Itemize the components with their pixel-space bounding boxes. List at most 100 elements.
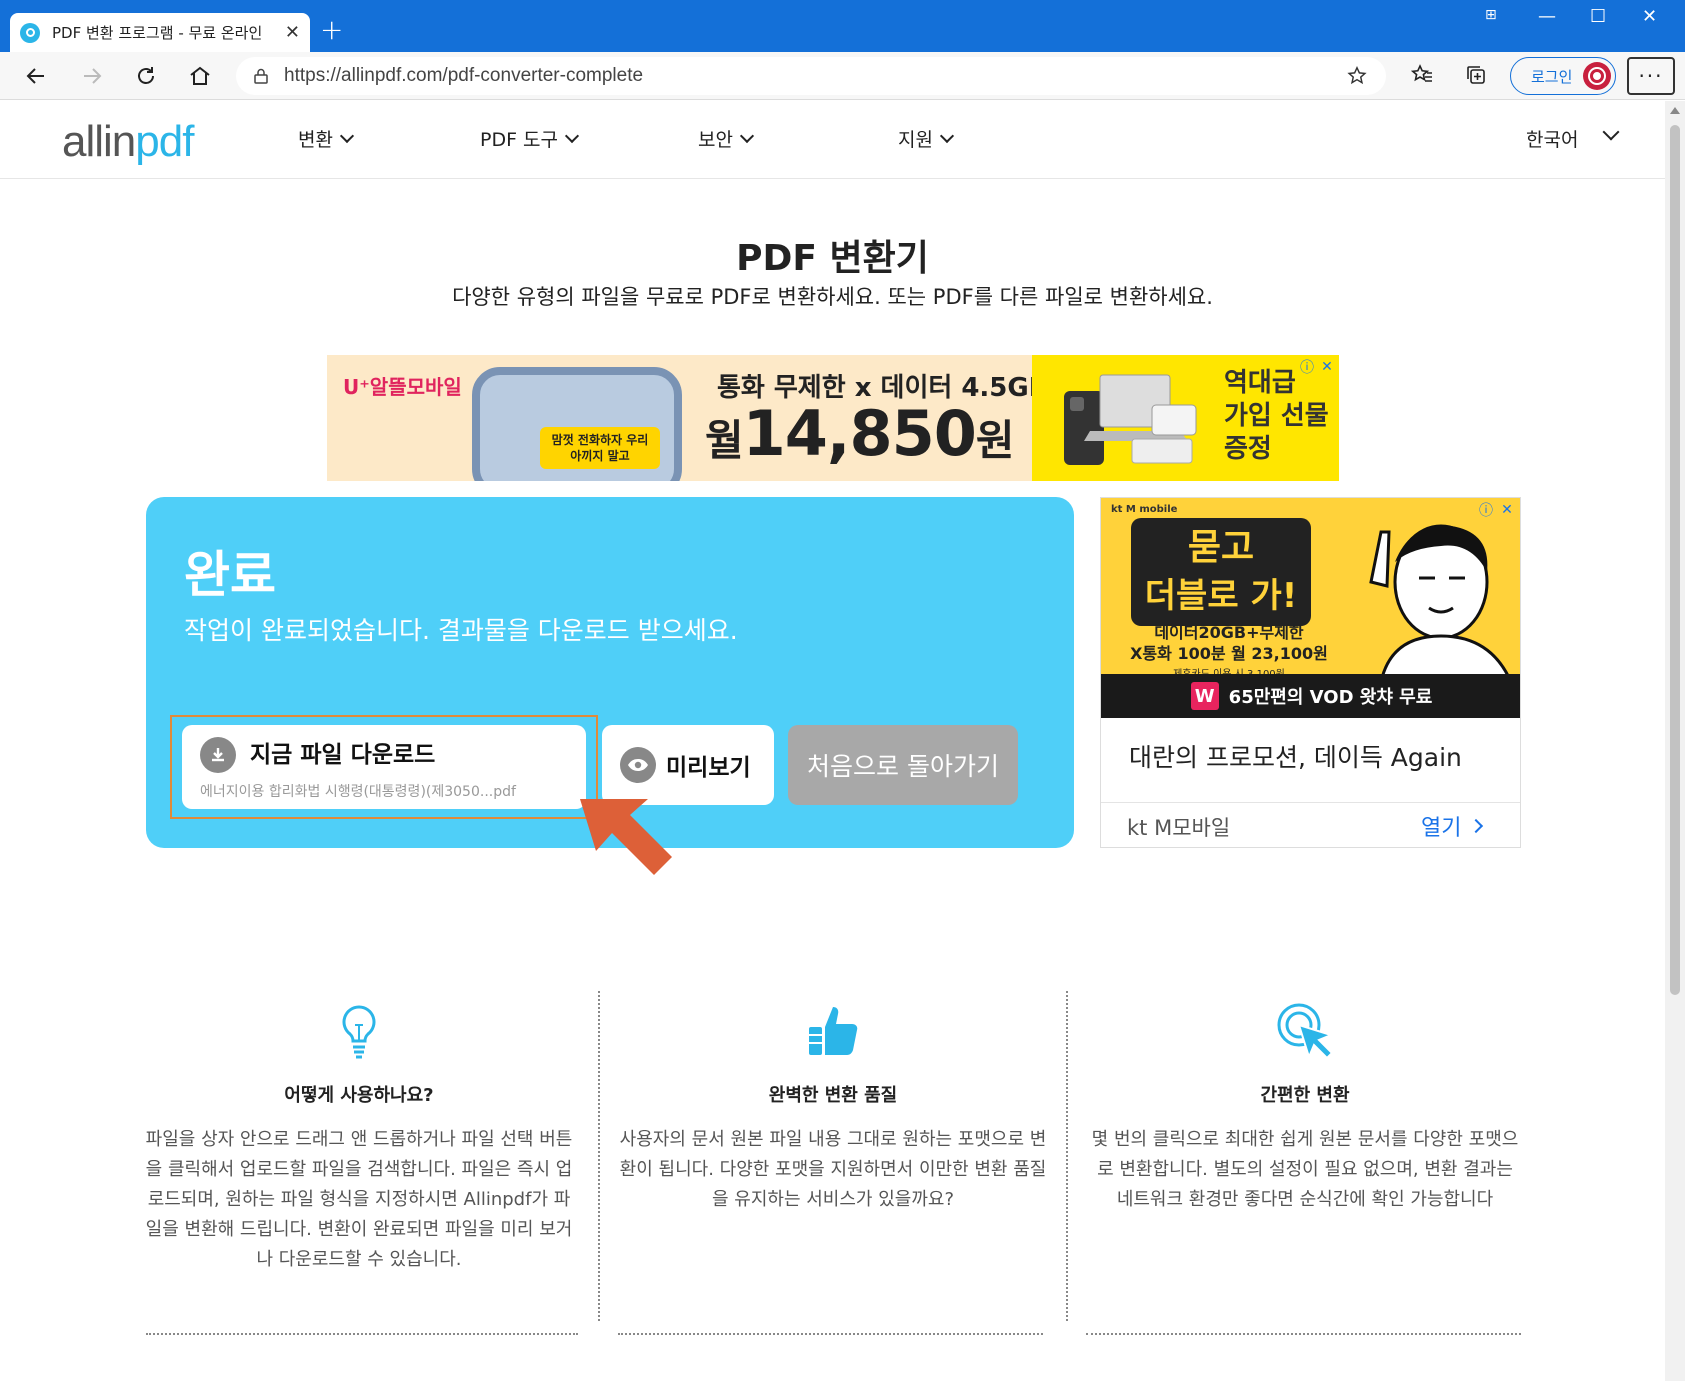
ad-phone-image: 맘껏 전화하자 우리 아끼지 말고 [472,367,682,481]
back-to-start-button[interactable]: 처음으로 돌아가기 [788,725,1018,805]
tab-close-icon[interactable]: ✕ [285,23,300,42]
nav-label: 지원 [898,129,933,151]
feature-divider [146,1333,578,1335]
ad-banner-top[interactable]: U⁺알뜰모바일 맘껏 전화하자 우리 아끼지 말고 통화 무제한 x 데이터 4… [327,355,1339,481]
ad-chat-bubble: 맘껏 전화하자 우리 아끼지 말고 [540,427,660,469]
feature-divider [598,991,600,1321]
minimize-button[interactable]: — [1538,8,1556,26]
chevron-down-icon [739,128,755,143]
ad-right-image: kt M mobile 묻고 더블로 가! 데이터20GB+무제한 X통화 10… [1101,498,1520,718]
ad-man-illustration [1369,524,1513,682]
feature-easy: 간편한 변환 몇 번의 클릭으로 최대한 쉽게 원본 문서를 다양한 포맷으로 … [1090,1001,1520,1215]
chevron-down-icon [939,128,955,143]
ad-vod-text: 65만편의 VOD 왓챠 무료 [1228,687,1433,708]
ad-slogan: 묻고 더블로 가! [1131,518,1311,626]
scroll-up-icon[interactable] [1670,107,1680,114]
annotation-arrow-icon [580,799,672,875]
ad-bubble-line: 맘껏 전화하자 우리 [551,433,649,447]
feature-divider [1066,991,1068,1321]
allinpdf-favicon-icon [20,22,40,43]
nav-label: 보안 [698,129,733,151]
ad-kt-label: kt M mobile [1111,504,1178,515]
thumbs-up-icon [809,1007,858,1055]
language-chevron-icon[interactable] [1602,123,1620,141]
address-bar[interactable]: https://allinpdf.com/pdf-converter-compl… [236,57,1386,95]
ad-close-icon[interactable]: ✕ [1317,357,1337,377]
tab-actions-icon[interactable]: ⊞ [1485,8,1497,22]
url-text: https://allinpdf.com/pdf-converter-compl… [284,65,644,86]
eye-icon [620,747,656,783]
more-menu-button[interactable]: ··· [1627,57,1675,95]
nav-support[interactable]: 지원 [898,125,955,152]
page-scrollbar[interactable] [1665,101,1685,1381]
ad-gift-panel: 역대급 가입 선물 증정 [1032,355,1339,481]
download-now-button[interactable]: 지금 파일 다운로드 에너지이용 합리화법 시행령(대통령령)(제3050...… [182,725,586,809]
language-select[interactable]: 한국어 [1526,125,1578,152]
page-title: PDF 변환기 [736,238,929,279]
nav-label: 변환 [298,129,333,151]
allinpdf-logo[interactable]: allinpdf [62,117,194,167]
click-pointer-icon [1277,1003,1334,1060]
complete-title: 완료 [184,546,276,604]
add-favorite-icon[interactable] [1346,65,1368,87]
download-label: 지금 파일 다운로드 [250,742,436,768]
collections-icon[interactable] [1464,63,1488,87]
maximize-button[interactable]: ☐ [1590,8,1606,26]
ad-banner-right[interactable]: kt M mobile 묻고 더블로 가! 데이터20GB+무제한 X통화 10… [1100,497,1521,848]
feature-desc: 파일을 상자 안으로 드래그 앤 드롭하거나 파일 선택 버튼을 클릭해서 업로… [145,1129,573,1270]
ad-open-link[interactable]: 열기 [1421,810,1484,842]
ad-price-value: 14,850 [742,397,977,470]
home-button[interactable] [186,62,214,90]
site-header: allinpdf 변환 PDF 도구 보안 지원 한국어 [0,101,1665,179]
ad-right-title: 대란의 프로모션, 데이득 Again [1129,743,1462,772]
page-subtitle: 다양한 유형의 파일을 무료로 PDF로 변환하세요. 또는 PDF를 다른 파… [452,285,1213,309]
ad-info-icon[interactable]: ⓘ [1476,500,1496,520]
ad-advertiser: kt M모바일 [1127,816,1231,840]
login-label: 로그인 [1531,67,1573,86]
tab-title: PDF 변환 프로그램 - 무료 온라인 [52,24,263,42]
profile-avatar-icon [1583,62,1611,90]
nav-convert[interactable]: 변환 [298,125,355,152]
scroll-thumb[interactable] [1670,125,1680,995]
logo-text-b: pdf [135,117,194,166]
browser-tab[interactable]: PDF 변환 프로그램 - 무료 온라인 ✕ [10,13,310,52]
refresh-button[interactable] [132,62,160,90]
ad-slogan-line: 더블로 가! [1144,576,1298,616]
favorites-icon[interactable] [1410,63,1434,87]
feature-divider [1086,1333,1521,1335]
login-button[interactable]: 로그인 [1510,57,1616,95]
back-button[interactable] [22,62,50,90]
ad-divider [1101,802,1520,803]
browser-toolbar: https://allinpdf.com/pdf-converter-compl… [0,52,1685,100]
ad-info-icon[interactable]: ⓘ [1297,357,1317,377]
close-window-button[interactable]: ✕ [1642,8,1657,26]
home-icon [190,66,210,85]
chevron-right-icon [1469,818,1484,834]
download-file-name: 에너지이용 합리화법 시행령(대통령령)(제3050...pdf [200,784,516,800]
ad-price-suffix: 원 [975,416,1015,465]
ad-price: 월14,850원 [705,397,1015,470]
ad-devices-image [1064,374,1197,465]
ad-gift-text: 역대급 가입 선물 증정 [1224,367,1329,466]
download-icon [200,737,236,773]
feature-quality: 완벽한 변환 품질 사용자의 문서 원본 파일 내용 그대로 원하는 포맷으로 … [618,1001,1048,1215]
ad-open-label: 열기 [1421,816,1462,841]
nav-pdf-tools[interactable]: PDF 도구 [480,125,580,152]
ad-vod-strip: W 65만편의 VOD 왓챠 무료 [1101,674,1520,718]
feature-desc: 몇 번의 클릭으로 최대한 쉽게 원본 문서를 다양한 포맷으로 변환합니다. … [1091,1129,1519,1210]
ad-gift-line: 가입 선물 [1224,401,1329,431]
chevron-down-icon [339,128,355,143]
feature-how-to-use: 어떻게 사용하나요? 파일을 상자 안으로 드래그 앤 드롭하거나 파일 선택 … [144,1001,574,1275]
ad-bubble-line: 아끼지 말고 [570,449,630,463]
back-arrow-icon [26,68,44,84]
complete-subtitle: 작업이 완료되었습니다. 결과물을 다운로드 받으세요. [184,616,738,645]
nav-security[interactable]: 보안 [698,125,755,152]
ad-gift-line: 증정 [1224,434,1272,464]
ad-close-icon[interactable]: ✕ [1497,500,1517,520]
forward-button[interactable] [78,62,106,90]
new-tab-button[interactable]: + [320,16,343,44]
ad-price-prefix: 월 [705,416,744,465]
nav-label: PDF 도구 [480,129,559,151]
logo-text-a: allin [62,117,136,166]
web-page: allinpdf 변환 PDF 도구 보안 지원 한국어 PDF 변환기 다양한… [0,101,1665,1381]
